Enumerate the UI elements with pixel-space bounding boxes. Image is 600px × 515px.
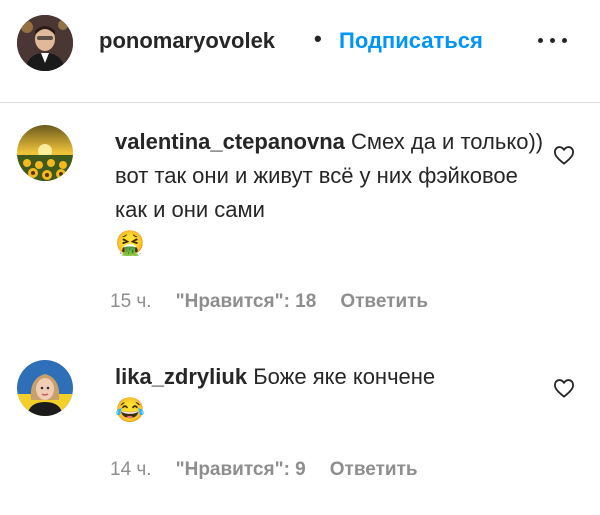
- reply-button[interactable]: Ответить: [330, 459, 418, 480]
- comment-body: lika_zdryliuk Боже яке кончене 😂: [115, 360, 545, 428]
- commenter-username[interactable]: valentina_ctepanovna: [115, 129, 345, 154]
- comment-item: lika_zdryliuk Боже яке кончене 😂 14 ч. "Н…: [0, 350, 600, 500]
- comment-text: Боже яке кончене: [253, 364, 436, 389]
- comment-meta: 14 ч. "Нравится": 9 Ответить: [110, 459, 418, 481]
- heart-outline-icon: [554, 146, 574, 165]
- author-avatar[interactable]: [17, 15, 73, 71]
- sunflower-field-avatar-image: [17, 125, 73, 181]
- commenter-avatar[interactable]: [17, 360, 73, 416]
- more-options-icon[interactable]: [536, 30, 570, 50]
- laughing-tears-emoji: 😂: [115, 397, 145, 424]
- heart-icon[interactable]: [553, 145, 575, 165]
- vomiting-face-emoji: 🤮: [115, 230, 145, 257]
- commenter-avatar[interactable]: [17, 125, 73, 181]
- reply-button[interactable]: Ответить: [340, 291, 428, 312]
- like-count[interactable]: "Нравится": 18: [176, 291, 317, 312]
- portrait-avatar-image: [17, 360, 73, 416]
- commenter-username[interactable]: lika_zdryliuk: [115, 364, 247, 389]
- comment-time[interactable]: 14 ч.: [110, 459, 152, 480]
- author-username[interactable]: ponomaryovolek: [99, 28, 275, 54]
- comment-time[interactable]: 15 ч.: [110, 291, 152, 312]
- heart-outline-icon: [554, 379, 574, 398]
- comment-item: valentina_ctepanovna Смех да и только)) …: [0, 118, 600, 318]
- follow-button[interactable]: Подписаться: [339, 28, 483, 54]
- post-header: ponomaryovolek • Подписаться: [0, 0, 600, 103]
- comment-body: valentina_ctepanovna Смех да и только)) …: [115, 125, 545, 261]
- like-count[interactable]: "Нравится": 9: [176, 459, 306, 480]
- separator-dot: •: [314, 26, 322, 51]
- author-avatar-image: [17, 15, 73, 71]
- heart-icon[interactable]: [553, 378, 575, 398]
- comment-meta: 15 ч. "Нравится": 18 Ответить: [110, 291, 428, 313]
